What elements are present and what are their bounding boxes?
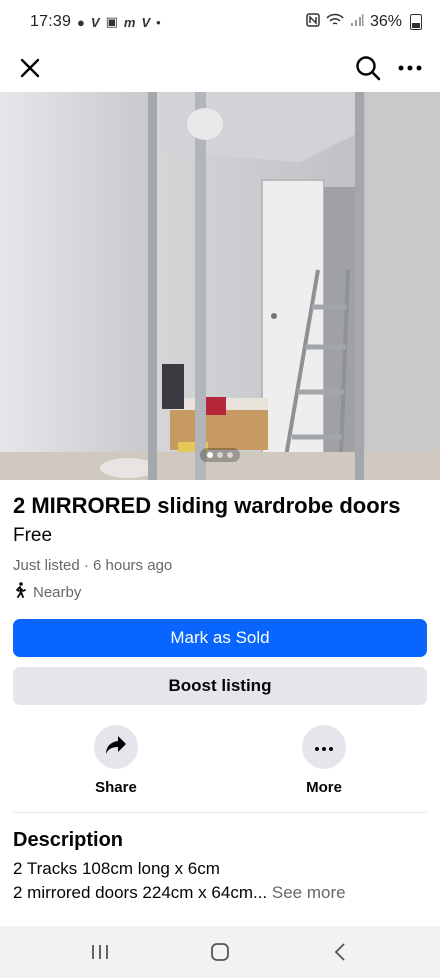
status-time: 17:39 <box>30 13 72 30</box>
mail-icon: ▣ <box>105 14 118 29</box>
share-action[interactable]: Share <box>71 725 161 796</box>
search-icon[interactable] <box>350 50 386 86</box>
battery-icon <box>410 14 422 30</box>
listing-price: Free <box>13 525 53 546</box>
v-app-icon-2: V <box>141 14 151 30</box>
mark-as-sold-button[interactable]: Mark as Sold <box>13 619 427 657</box>
more-label: More <box>306 779 342 796</box>
share-button[interactable] <box>94 725 138 769</box>
listing-title: 2 MIRRORED sliding wardrobe doors <box>13 493 401 518</box>
signal-icon <box>350 13 364 32</box>
listing-location: Nearby <box>13 582 81 602</box>
boost-listing-button[interactable]: Boost listing <box>13 667 427 705</box>
description-line-2: 2 mirrored doors 224cm x 64cm... See mor… <box>13 882 346 904</box>
carousel-dot <box>217 452 223 458</box>
carousel-dot-active <box>207 452 213 458</box>
chat-bubble-icon: ● <box>77 14 85 30</box>
recent-apps-icon[interactable] <box>76 934 124 970</box>
home-icon[interactable] <box>196 934 244 970</box>
status-bar-left: 17:39 ● V ▣ m V • <box>30 13 161 31</box>
listing-photo[interactable] <box>0 92 440 480</box>
share-icon <box>105 735 127 760</box>
divider <box>13 812 427 813</box>
status-bar: 17:39 ● V ▣ m V • 36% <box>0 0 440 44</box>
location-label: Nearby <box>33 583 82 601</box>
carousel-dot <box>227 452 233 458</box>
status-bar-right: 36% <box>306 12 422 32</box>
close-icon[interactable] <box>12 50 48 86</box>
back-icon[interactable] <box>316 934 364 970</box>
more-horizontal-icon <box>315 738 333 756</box>
wifi-icon <box>326 13 344 32</box>
description-line-1: 2 Tracks 108cm long x 6cm <box>13 859 220 878</box>
system-nav-bar <box>0 926 440 978</box>
more-icon[interactable] <box>392 50 428 86</box>
description-text: 2 mirrored doors 224cm x 64cm... <box>13 883 268 902</box>
listing-photo-image <box>0 92 440 480</box>
carousel-indicator <box>200 448 240 462</box>
description-heading: Description <box>13 829 124 851</box>
app-bar <box>0 44 440 92</box>
see-more-link[interactable]: See more <box>272 883 346 902</box>
app-bar-actions <box>350 50 428 86</box>
dot-icon: • <box>156 14 161 30</box>
m-app-icon: m <box>123 14 136 30</box>
listing-time: Just listed · 6 hours ago <box>13 557 173 574</box>
battery-percent: 36% <box>369 13 402 30</box>
share-label: Share <box>95 779 137 796</box>
walking-person-icon <box>13 582 27 602</box>
v-app-icon: V <box>90 14 100 30</box>
nfc-icon <box>306 12 320 32</box>
more-button[interactable] <box>302 725 346 769</box>
more-action[interactable]: More <box>279 725 369 796</box>
